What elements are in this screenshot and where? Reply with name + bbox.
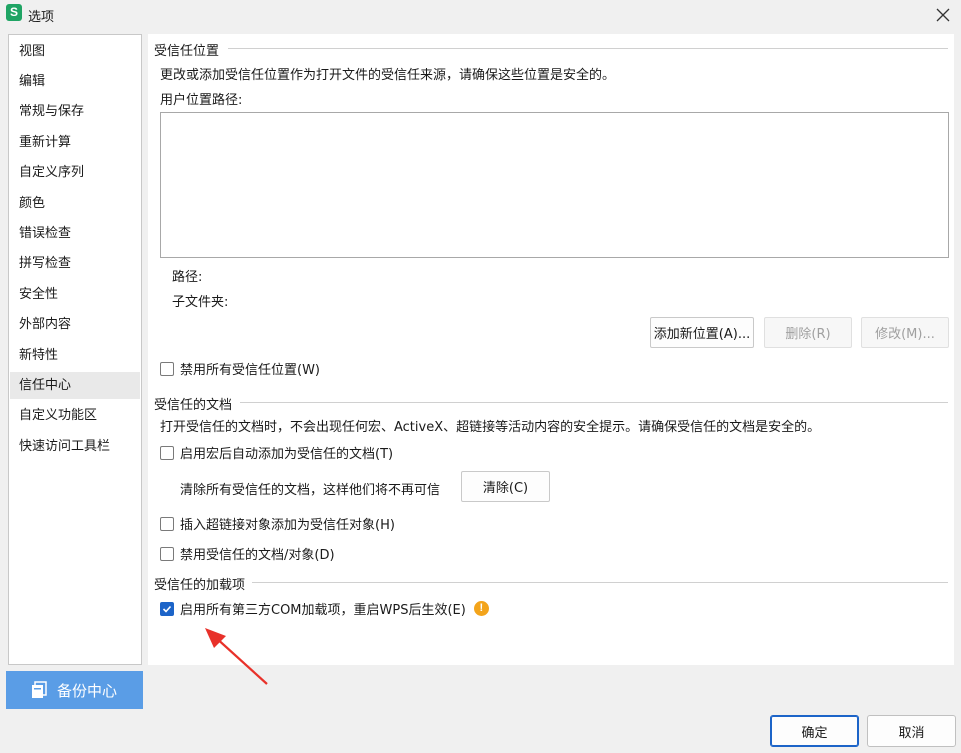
sidebar-item-trust-center[interactable]: 信任中心 [10,372,140,399]
subfolder-label: 子文件夹: [172,295,229,310]
path-label: 路径: [172,270,203,285]
disable-trusted-docs-label: 禁用受信任的文档/对象(D) [180,548,335,563]
section-divider [252,582,948,583]
hyperlink-trusted-label: 插入超链接对象添加为受信任对象(H) [180,518,395,533]
sidebar-item-edit[interactable]: 编辑 [10,68,140,95]
sidebar-item-quick-access-toolbar[interactable]: 快速访问工具栏 [10,433,140,460]
trusted-documents-title: 受信任的文档 [154,394,237,413]
sidebar-item-general-save[interactable]: 常规与保存 [10,98,140,125]
backup-center-label: 备份中心 [57,681,118,700]
auto-add-trusted-label: 启用宏后自动添加为受信任的文档(T) [180,447,394,462]
delete-location-button[interactable]: 删除(R) [764,317,852,348]
sidebar-item-security[interactable]: 安全性 [10,281,140,308]
backup-icon [32,681,47,698]
warning-icon[interactable]: ! [473,601,489,616]
wps-app-icon: S [6,4,22,21]
checkbox-box-checked[interactable] [160,601,174,616]
checkbox-box[interactable] [160,361,174,376]
modify-location-button[interactable]: 修改(M)... [861,317,949,348]
sidebar-item-recalculate[interactable]: 重新计算 [10,129,140,156]
checkmark-icon [162,605,172,613]
clear-trusted-button[interactable]: 清除(C) [461,471,550,502]
clear-trusted-text: 清除所有受信任的文档，这样他们将不再可信 [180,483,441,498]
trusted-documents-description: 打开受信任的文档时，不会出现任何宏、ActiveX、超链接等活动内容的安全提示。… [160,420,821,435]
disable-trusted-docs-checkbox[interactable]: 禁用受信任的文档/对象(D) [160,544,335,563]
sidebar-item-spell-check[interactable]: 拼写检查 [10,250,140,277]
trust-center-panel: 受信任位置 更改或添加受信任位置作为打开文件的受信任来源，请确保这些位置是安全的… [148,34,954,665]
checkbox-box[interactable] [160,445,174,460]
trusted-locations-list[interactable] [160,112,949,258]
sidebar-item-customize-ribbon[interactable]: 自定义功能区 [10,402,140,429]
backup-center-button[interactable]: 备份中心 [6,671,143,709]
sidebar-item-new-features[interactable]: 新特性 [10,342,140,369]
options-sidebar: 视图 编辑 常规与保存 重新计算 自定义序列 颜色 错误检查 拼写检查 安全性 … [8,34,142,665]
trusted-locations-description: 更改或添加受信任位置作为打开文件的受信任来源，请确保这些位置是安全的。 [160,68,616,83]
section-divider [228,48,948,49]
section-divider [240,402,948,403]
checkbox-box[interactable] [160,516,174,531]
disable-all-locations-label: 禁用所有受信任位置(W) [180,363,320,378]
ok-button[interactable]: 确定 [770,715,859,747]
enable-com-addins-label: 启用所有第三方COM加载项，重启WPS后生效(E) [180,603,466,618]
sidebar-item-error-check[interactable]: 错误检查 [10,220,140,247]
close-button[interactable] [931,3,955,27]
trusted-locations-title: 受信任位置 [154,40,224,59]
sidebar-item-custom-lists[interactable]: 自定义序列 [10,159,140,186]
sidebar-item-external-content[interactable]: 外部内容 [10,311,140,338]
window-title: 选项 [28,10,55,25]
trusted-addins-title: 受信任的加载项 [154,574,250,593]
checkbox-box[interactable] [160,546,174,561]
title-bar: S 选项 [0,0,961,30]
disable-all-locations-checkbox[interactable]: 禁用所有受信任位置(W) [160,359,320,378]
auto-add-trusted-checkbox[interactable]: 启用宏后自动添加为受信任的文档(T) [160,443,393,462]
add-location-button[interactable]: 添加新位置(A)... [650,317,754,348]
hyperlink-trusted-checkbox[interactable]: 插入超链接对象添加为受信任对象(H) [160,514,395,533]
sidebar-item-color[interactable]: 颜色 [10,190,140,217]
enable-com-addins-checkbox[interactable]: 启用所有第三方COM加载项，重启WPS后生效(E) ! [160,599,489,618]
sidebar-item-view[interactable]: 视图 [10,38,140,65]
user-paths-label: 用户位置路径: [160,93,243,108]
cancel-button[interactable]: 取消 [867,715,956,747]
close-icon [936,8,950,22]
